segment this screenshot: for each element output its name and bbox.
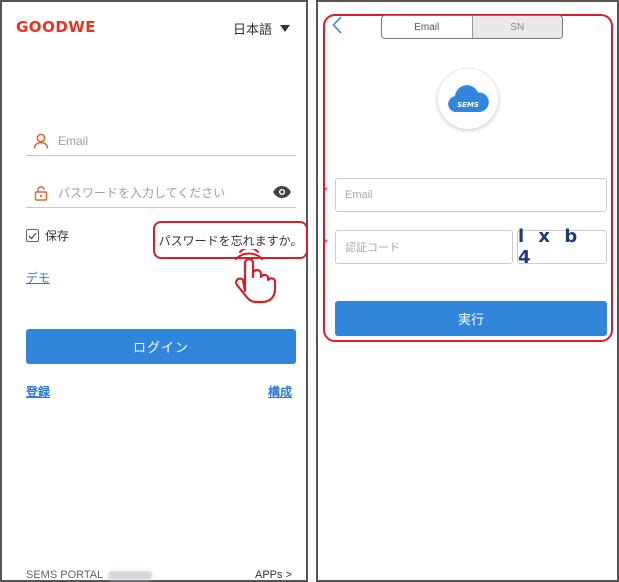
required-mark: *	[324, 238, 328, 249]
tab-sn[interactable]: SN	[471, 16, 562, 38]
footer-portal: SEMS PORTAL	[26, 569, 153, 581]
user-icon	[32, 132, 50, 150]
eye-icon[interactable]	[272, 185, 292, 204]
password-placeholder: パスワードを入力してください	[58, 186, 226, 200]
email-input-placeholder: Email	[345, 189, 373, 201]
email-field[interactable]: Email	[26, 126, 296, 156]
sems-logo-text: SEMS	[457, 101, 479, 109]
email-placeholder: Email	[58, 133, 89, 148]
captcha-image[interactable]: l x b 4	[517, 226, 607, 268]
portal-label: SEMS PORTAL	[26, 569, 104, 581]
mode-tabs: Email SN	[381, 15, 563, 39]
version-blur	[108, 570, 153, 580]
hand-pointer-icon	[228, 246, 280, 310]
lock-icon	[32, 184, 50, 202]
code-placeholder: 認証コード	[345, 242, 400, 254]
goodwe-logo: GOODWE	[16, 18, 97, 36]
apps-link[interactable]: APPs >	[255, 569, 292, 581]
remember-label: 保存	[45, 229, 70, 243]
caret-down-icon	[280, 25, 290, 32]
demo-link[interactable]: デモ	[26, 269, 50, 286]
remember-me[interactable]: 保存	[26, 227, 69, 244]
password-field[interactable]: パスワードを入力してください	[26, 178, 296, 208]
email-input[interactable]: Email	[335, 178, 607, 212]
reset-password-screen: Email SN SEMS * Email * 認証コード l x b 4 実行	[316, 0, 619, 582]
login-screen: GOODWE 日本語 Email パスワードを入力してください 保存 パスワード…	[0, 0, 308, 582]
login-button[interactable]: ログイン	[26, 329, 296, 364]
submit-button[interactable]: 実行	[335, 301, 607, 336]
required-mark: *	[324, 186, 328, 197]
config-link[interactable]: 構成	[268, 383, 292, 400]
sems-logo: SEMS	[438, 69, 498, 129]
verification-code-input[interactable]: 認証コード	[335, 230, 513, 264]
language-label: 日本語	[232, 22, 272, 37]
cloud-icon: SEMS	[448, 85, 489, 112]
back-chevron-icon[interactable]	[332, 16, 342, 39]
tab-email[interactable]: Email	[382, 16, 472, 38]
register-link[interactable]: 登録	[26, 383, 50, 400]
checkbox-icon[interactable]	[26, 229, 39, 242]
language-selector[interactable]: 日本語	[233, 19, 290, 38]
